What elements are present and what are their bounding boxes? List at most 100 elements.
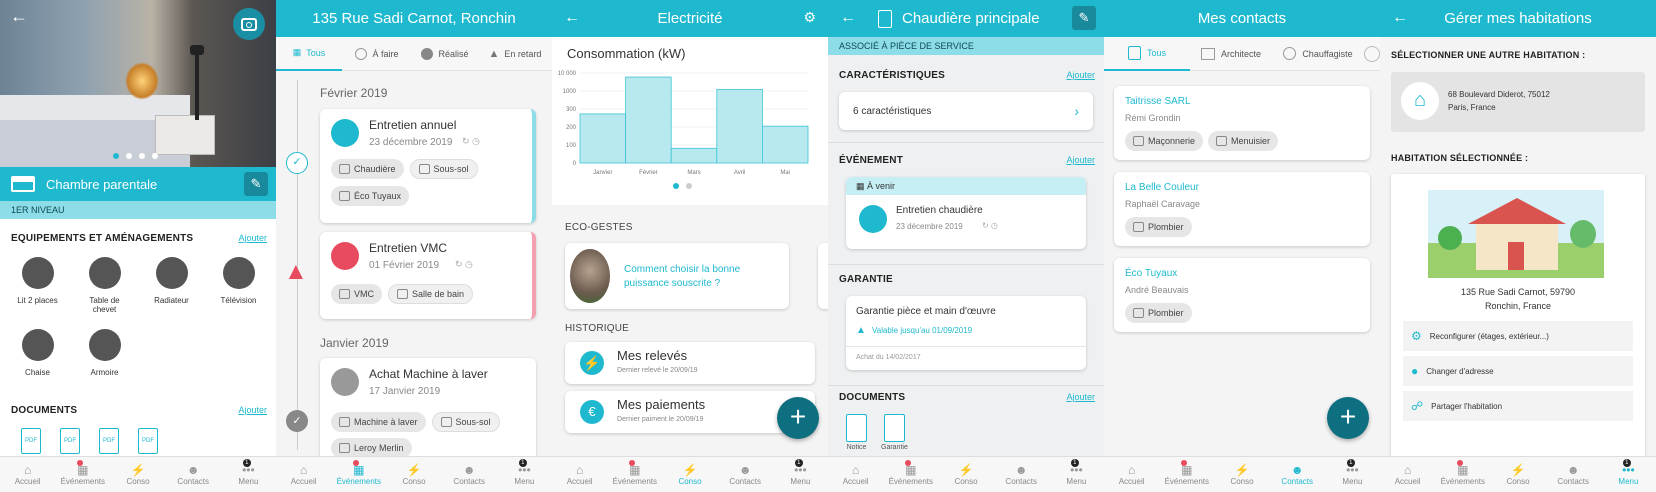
back-arrow-icon[interactable]: ← — [10, 6, 28, 27]
filter-tous[interactable]: ▦ Tous — [276, 37, 342, 71]
chart-bar[interactable] — [625, 76, 672, 164]
chart-page-dot[interactable] — [686, 183, 692, 189]
tab-evenements[interactable]: ▦ Événements — [1435, 457, 1490, 492]
chip-contact[interactable]: Leroy Merlin — [331, 438, 412, 458]
filter-tous[interactable]: Tous — [1104, 37, 1190, 71]
chip-room[interactable]: Sous-sol — [431, 412, 500, 432]
chart-bar[interactable] — [670, 147, 718, 164]
equipment-item[interactable]: Armoire — [71, 329, 138, 401]
pdf-icon[interactable]: PDF — [21, 428, 41, 454]
chip-trade[interactable]: Plombier — [1125, 217, 1192, 237]
equipment-item[interactable]: Table de chevet — [71, 257, 138, 329]
tab-conso[interactable]: ⚡ Conso — [938, 457, 993, 492]
chip-contact[interactable]: Éco Tuyaux — [331, 186, 410, 206]
tab-evenements[interactable]: ▦ Événements — [331, 457, 386, 492]
chip-equipment[interactable]: Machine à laver — [331, 412, 426, 432]
tab-evenements[interactable]: ▦ Événements — [607, 457, 662, 492]
other-home-card[interactable]: ⌂ 68 Boulevard Diderot, 75012 Paris, Fra… — [1391, 72, 1645, 132]
document-item[interactable]: Notice — [846, 414, 867, 451]
reconfigure-button[interactable]: ⚙ Reconfigurer (étages, extérieur...) — [1403, 321, 1633, 351]
add-document-link[interactable]: Ajouter — [1066, 392, 1095, 403]
characteristics-card[interactable]: 6 caractéristiques › — [839, 92, 1093, 130]
equipment-item[interactable]: Chaise — [4, 329, 71, 401]
chart-page-dot[interactable] — [673, 183, 679, 189]
filter-chauffagiste[interactable]: Chauffagiste — [1272, 47, 1364, 60]
pdf-icon[interactable]: PDF — [60, 428, 80, 454]
tab-conso[interactable]: ⚡ Conso — [1490, 457, 1545, 492]
tab-contacts[interactable]: ☻ Contacts — [1546, 457, 1601, 492]
tab-evenements[interactable]: ▦ Événements — [55, 457, 110, 492]
tab-evenements[interactable]: ▦ Événements — [1159, 457, 1214, 492]
tab-conso[interactable]: ⚡ Conso — [110, 457, 165, 492]
add-characteristic-link[interactable]: Ajouter — [1066, 70, 1095, 81]
back-arrow-icon[interactable]: ← — [1392, 9, 1408, 27]
back-arrow-icon[interactable]: ← — [564, 9, 580, 27]
releves-card[interactable]: ⚡ Mes relevés Dernier relevé le 20/09/19 — [565, 342, 815, 384]
contact-card[interactable]: Taitrisse SARL Rémi Grondin Maçonnerie Me… — [1114, 86, 1370, 160]
warranty-card[interactable]: Garantie pièce et main d'œuvre ▲ Valable… — [846, 296, 1086, 370]
filter-a-faire[interactable]: À faire — [342, 47, 412, 60]
tab-conso[interactable]: ⚡ Conso — [386, 457, 441, 492]
event-card[interactable]: Achat Machine à laver 17 Janvier 2019 Ma… — [320, 358, 536, 468]
eco-card-next[interactable] — [818, 243, 828, 309]
chip-room[interactable]: Salle de bain — [388, 284, 474, 304]
tab-menu[interactable]: 1 ••• Menu — [1325, 457, 1380, 492]
add-equipment-link[interactable]: Ajouter — [238, 233, 267, 244]
tab-accueil[interactable]: ⌂ Accueil — [1104, 457, 1159, 492]
tab-conso[interactable]: ⚡ Conso — [662, 457, 717, 492]
back-arrow-icon[interactable]: ← — [840, 9, 856, 27]
filter-more[interactable] — [1364, 45, 1380, 62]
tab-accueil[interactable]: ⌂ Accueil — [1380, 457, 1435, 492]
chart-bar[interactable] — [716, 88, 763, 164]
chip-equipment[interactable]: VMC — [331, 284, 382, 304]
tab-accueil[interactable]: ⌂ Accueil — [828, 457, 883, 492]
gear-icon[interactable]: ⚙ — [803, 9, 816, 26]
tab-contacts[interactable]: ☻ Contacts — [994, 457, 1049, 492]
edit-button[interactable]: ✎ — [244, 172, 268, 196]
contact-card[interactable]: Éco Tuyaux André Beauvais Plombier — [1114, 258, 1370, 332]
filter-realise[interactable]: Réalisé — [412, 47, 478, 60]
pdf-icon[interactable]: PDF — [99, 428, 119, 454]
tab-contacts[interactable]: ☻ Contacts — [166, 457, 221, 492]
chart-bar[interactable] — [579, 113, 626, 164]
contact-card[interactable]: La Belle Couleur Raphaël Caravage Plombi… — [1114, 172, 1370, 246]
tab-menu[interactable]: 1 ••• Menu — [497, 457, 552, 492]
chart-bar[interactable] — [761, 125, 809, 164]
tab-evenements[interactable]: ▦ Événements — [883, 457, 938, 492]
camera-button[interactable] — [233, 8, 265, 40]
event-card[interactable]: Entretien VMC 01 Février 2019 ↻ ◷ VMC Sal… — [320, 232, 536, 319]
equipment-item[interactable]: Radiateur — [138, 257, 205, 329]
change-address-button[interactable]: ● Changer d'adresse — [1403, 356, 1633, 386]
filter-architecte[interactable]: Architecte — [1190, 47, 1272, 60]
equipment-item[interactable]: Télévision — [205, 257, 272, 329]
chip-equipment[interactable]: Chaudière — [331, 159, 404, 179]
add-event-link[interactable]: Ajouter — [1066, 155, 1095, 166]
tab-menu[interactable]: 1 ••• Menu — [221, 457, 276, 492]
tab-contacts[interactable]: ☻ Contacts — [1270, 457, 1325, 492]
tab-contacts[interactable]: ☻ Contacts — [442, 457, 497, 492]
tab-menu[interactable]: 1 ••• Menu — [1049, 457, 1104, 492]
tab-conso[interactable]: ⚡ Conso — [1214, 457, 1269, 492]
share-home-button[interactable]: ☍ Partager l'habitation — [1403, 391, 1633, 421]
tab-contacts[interactable]: ☻ Contacts — [718, 457, 773, 492]
chip-trade[interactable]: Menuisier — [1208, 131, 1279, 151]
tab-accueil[interactable]: ⌂ Accueil — [0, 457, 55, 492]
pdf-icon[interactable]: PDF — [138, 428, 158, 454]
add-document-link[interactable]: Ajouter — [238, 405, 267, 416]
edit-button[interactable]: ✎ — [1072, 6, 1096, 30]
add-fab-button[interactable]: + — [1327, 397, 1369, 439]
chip-room[interactable]: Sous-sol — [409, 159, 478, 179]
event-card[interactable]: ▦ À venir Entretien chaudière 23 décembr… — [846, 177, 1086, 249]
filter-en-retard[interactable]: ▲ En retard — [478, 48, 552, 60]
tab-menu[interactable]: 1 ••• Menu — [1601, 457, 1656, 492]
event-card[interactable]: Entretien annuel 23 décembre 2019 ↻ ◷ Ch… — [320, 109, 536, 223]
equipment-item[interactable]: Lit 2 places — [4, 257, 71, 329]
add-fab-button[interactable]: + — [777, 397, 819, 439]
eco-card[interactable]: Comment choisir la bonne puissance sousc… — [565, 243, 789, 309]
tab-accueil[interactable]: ⌂ Accueil — [276, 457, 331, 492]
document-item[interactable]: Garantie — [881, 414, 908, 451]
chip-trade[interactable]: Maçonnerie — [1125, 131, 1204, 151]
tab-menu[interactable]: 1 ••• Menu — [773, 457, 828, 492]
carousel-dots[interactable] — [113, 153, 158, 159]
chip-trade[interactable]: Plombier — [1125, 303, 1192, 323]
